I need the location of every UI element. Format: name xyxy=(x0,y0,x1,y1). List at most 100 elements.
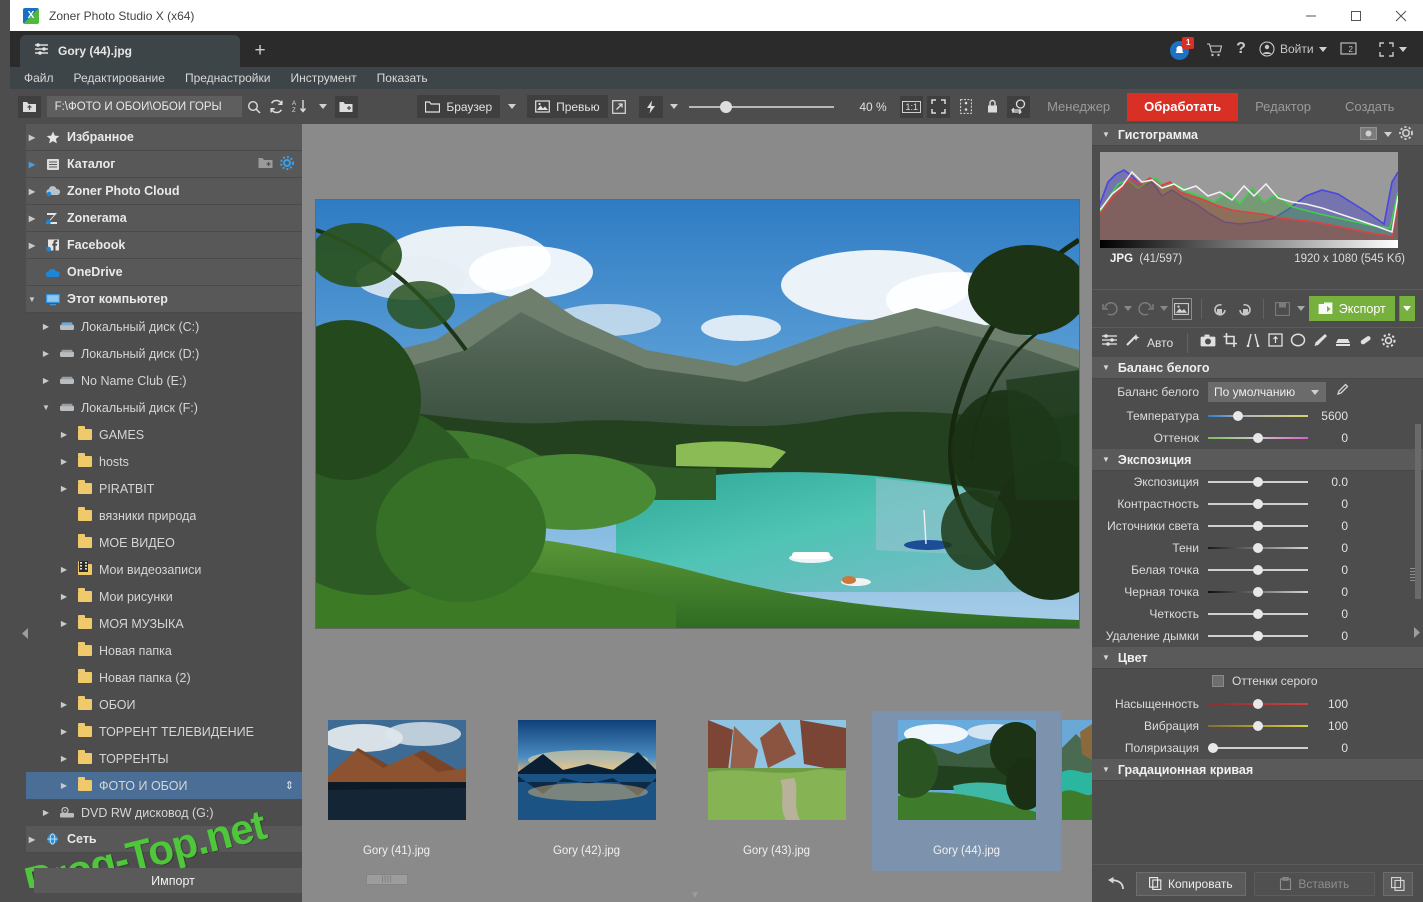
histogram-channel-button[interactable] xyxy=(1360,126,1377,143)
bell-icon[interactable]: 1 xyxy=(1170,36,1195,60)
chevron-down-icon[interactable] xyxy=(1384,132,1392,137)
slider-white-point[interactable]: Белая точка 0 xyxy=(1092,559,1423,581)
fullscreen-button[interactable] xyxy=(1379,41,1407,57)
slider-exposure[interactable]: Экспозиция 0.0 xyxy=(1092,471,1423,493)
help-icon[interactable]: ? xyxy=(1236,40,1246,58)
filmstrip-item[interactable]: Gory (41).jpg xyxy=(302,711,491,871)
brush-icon[interactable] xyxy=(1313,333,1328,352)
filmstrip-scrollbar[interactable] xyxy=(366,874,408,885)
collapse-right-panel-button[interactable] xyxy=(1411,621,1421,643)
clone-stamp-icon[interactable] xyxy=(1358,333,1374,352)
tree-item-games[interactable]: ▶ GAMES xyxy=(26,421,302,448)
tree-item-my-music[interactable]: ▶ МОЯ МУЗЫКА xyxy=(26,610,302,637)
sidebar-item-this-computer[interactable]: ▼ Этот компьютер xyxy=(26,286,302,313)
redo-dropdown-caret[interactable] xyxy=(1159,306,1168,311)
import-button[interactable]: Импорт xyxy=(34,868,312,893)
search-icon[interactable] xyxy=(242,96,265,118)
picture-icon[interactable] xyxy=(1171,297,1192,320)
chevron-right-icon[interactable]: ▶ xyxy=(58,781,70,790)
signin-button[interactable]: Войти xyxy=(1259,41,1327,57)
batch-button[interactable] xyxy=(1383,871,1413,896)
tab-develop[interactable]: Обработать xyxy=(1127,92,1239,121)
eyedropper-icon[interactable] xyxy=(1335,383,1349,402)
chevron-right-icon[interactable]: ▶ xyxy=(58,565,70,574)
menu-presets[interactable]: Преднастройки xyxy=(185,71,271,85)
chevron-right-icon[interactable]: ▶ xyxy=(58,430,70,439)
gradient-icon[interactable] xyxy=(1335,334,1351,352)
sliders-icon[interactable] xyxy=(1101,333,1118,352)
tree-item-my-recordings[interactable]: ▶ Мои видеозаписи xyxy=(26,556,302,583)
tree-item-vyazniki[interactable]: вязники природа xyxy=(26,502,302,529)
collapse-left-panel-button[interactable] xyxy=(20,622,30,644)
rotate-right-icon[interactable] xyxy=(1234,298,1254,320)
tree-item-foto-i-oboi[interactable]: ▶ ФОТО И ОБОИ ⇕ xyxy=(26,772,302,799)
paste-button[interactable]: Вставить xyxy=(1253,871,1375,896)
ellipse-icon[interactable] xyxy=(1290,333,1306,352)
menu-edit[interactable]: Редактирование xyxy=(74,71,165,85)
slider-highlights[interactable]: Источники света 0 xyxy=(1092,515,1423,537)
gear-icon[interactable] xyxy=(1399,126,1413,143)
sidebar-item-catalog[interactable]: ▶ Каталог xyxy=(26,151,302,178)
chevron-right-icon[interactable]: ▶ xyxy=(26,241,38,250)
sidebar-item-favorites[interactable]: ▶ Избранное xyxy=(26,124,302,151)
grayscale-checkbox[interactable] xyxy=(1212,675,1224,687)
chevron-right-icon[interactable]: ▶ xyxy=(58,700,70,709)
chevron-right-icon[interactable]: ▶ xyxy=(26,214,38,223)
cart-icon[interactable] xyxy=(1206,42,1223,57)
chevron-right-icon[interactable]: ▶ xyxy=(40,376,52,385)
chevron-down-icon[interactable] xyxy=(1318,46,1327,52)
tree-item-new-folder[interactable]: Новая папка xyxy=(26,637,302,664)
add-folder-icon[interactable] xyxy=(258,157,273,172)
flash-icon[interactable] xyxy=(639,95,663,118)
compare-icon[interactable] xyxy=(954,96,977,118)
undo-icon[interactable] xyxy=(1100,298,1120,320)
tree-item-drive-e[interactable]: ▶ No Name Club (E:) xyxy=(26,367,302,394)
histogram-canvas[interactable] xyxy=(1100,152,1398,248)
crop-icon[interactable] xyxy=(1223,333,1238,352)
minimize-button[interactable] xyxy=(1288,0,1333,31)
tree-item-hosts[interactable]: ▶ hosts xyxy=(26,448,302,475)
chevron-down-icon[interactable] xyxy=(1311,390,1319,395)
filmstrip-collapse-icon[interactable]: ▼ xyxy=(690,890,700,901)
filmstrip-item-selected[interactable]: Gory (44).jpg xyxy=(872,711,1061,871)
export-dropdown-button[interactable] xyxy=(1398,296,1416,321)
export-button[interactable]: Экспорт xyxy=(1308,296,1395,321)
zoom-slider[interactable] xyxy=(689,100,835,114)
exposure-header[interactable]: ▼ Экспозиция xyxy=(1092,449,1423,471)
path-input[interactable]: F:\ФОТО И ОБОИ\ОБОИ ГОРЫ xyxy=(46,96,243,117)
chevron-right-icon[interactable]: ▶ xyxy=(58,484,70,493)
slider-clarity[interactable]: Четкость 0 xyxy=(1092,603,1423,625)
chevron-right-icon[interactable]: ▶ xyxy=(40,808,52,817)
chevron-right-icon[interactable]: ▶ xyxy=(58,457,70,466)
tree-item-dvd-drive[interactable]: ▶ DVD RW дисковод (G:) xyxy=(26,799,302,826)
new-folder-icon[interactable] xyxy=(334,95,358,118)
sort-dropdown-caret[interactable] xyxy=(311,96,334,118)
chevron-down-icon[interactable] xyxy=(1399,46,1407,52)
tree-item-drive-c[interactable]: ▶ Локальный диск (C:) xyxy=(26,313,302,340)
tone-curve-header[interactable]: ▼ Градационная кривая xyxy=(1092,759,1423,781)
save-icon[interactable] xyxy=(1273,298,1293,320)
tree-item-new-folder-2[interactable]: Новая папка (2) xyxy=(26,664,302,691)
new-tab-button[interactable]: + xyxy=(250,41,270,61)
chevron-down-icon[interactable]: ▼ xyxy=(1102,455,1110,464)
tab-editor[interactable]: Редактор xyxy=(1238,93,1328,121)
tree-item-piratbit[interactable]: ▶ PIRATBIT xyxy=(26,475,302,502)
open-external-icon[interactable] xyxy=(608,96,631,118)
chevron-down-icon[interactable]: ▼ xyxy=(1102,765,1110,774)
tree-item-torrent-tv[interactable]: ▶ ТОРРЕНТ ТЕЛЕВИДЕНИЕ xyxy=(26,718,302,745)
color-header[interactable]: ▼ Цвет xyxy=(1092,647,1423,669)
sort-az-icon[interactable]: A Z xyxy=(288,96,311,118)
resize-handle-icon[interactable]: ⇕ xyxy=(285,779,294,792)
maximize-button[interactable] xyxy=(1333,0,1378,31)
filmstrip-item[interactable]: Gory (42).jpg xyxy=(492,711,681,871)
redo-icon[interactable] xyxy=(1136,298,1156,320)
slider-tint[interactable]: Оттенок 0 xyxy=(1092,427,1423,449)
sidebar-item-facebook[interactable]: ▶ Facebook xyxy=(26,232,302,259)
chevron-down-icon[interactable]: ▼ xyxy=(1102,130,1110,139)
chevron-right-icon[interactable]: ▶ xyxy=(58,592,70,601)
tab-create[interactable]: Создать xyxy=(1328,93,1411,121)
right-panel-scrollbar[interactable] xyxy=(1415,424,1421,599)
auto-label[interactable]: Авто xyxy=(1147,336,1173,350)
reset-icon[interactable] xyxy=(1102,872,1128,896)
slider-contrast[interactable]: Контрастность 0 xyxy=(1092,493,1423,515)
